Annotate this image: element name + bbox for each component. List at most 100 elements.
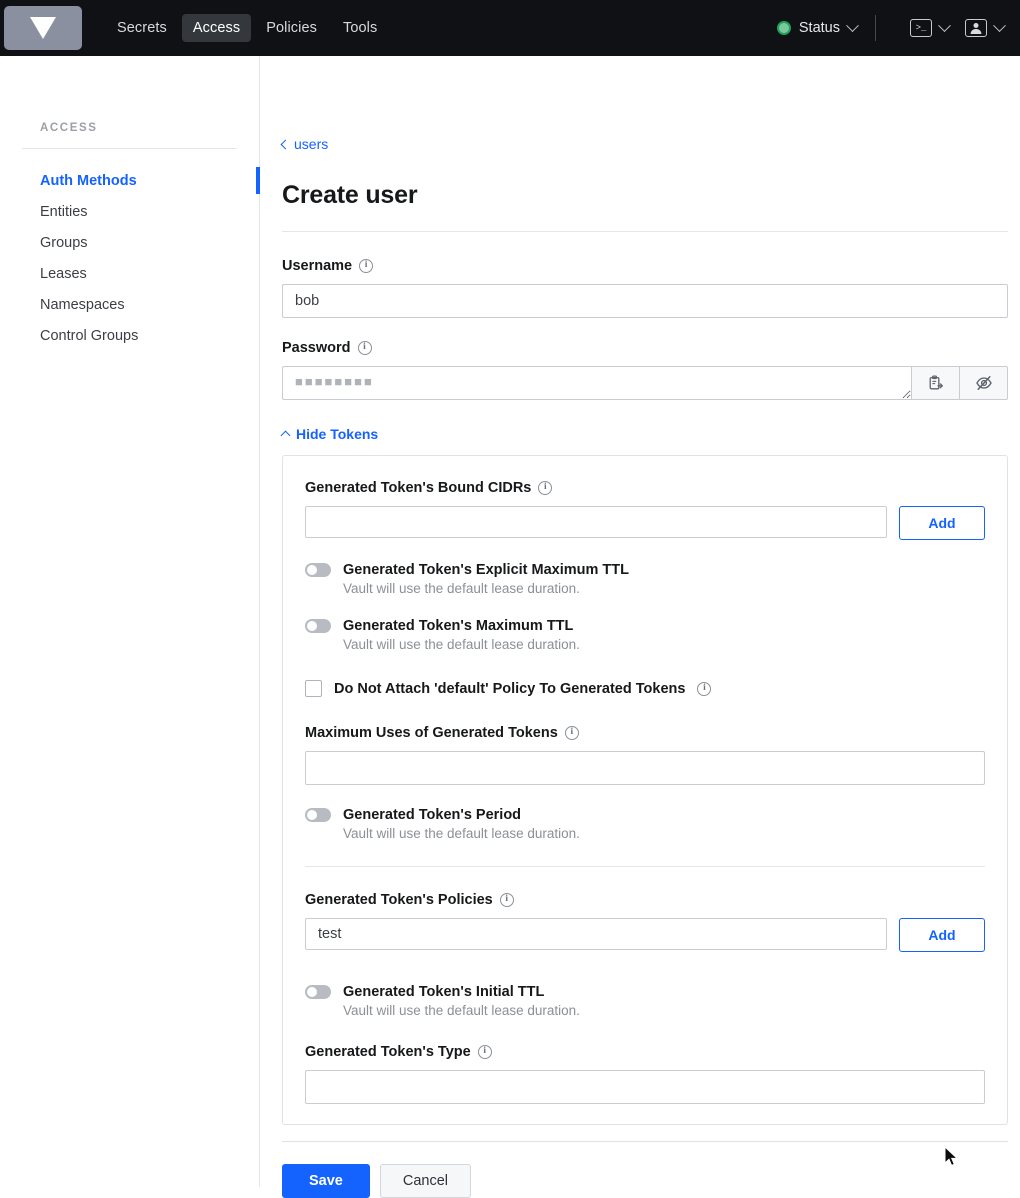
nav-link-access[interactable]: Access — [181, 14, 252, 42]
explicit-max-ttl-toggle[interactable] — [305, 563, 331, 577]
password-input-row — [282, 366, 1008, 400]
user-menu[interactable] — [965, 18, 1006, 37]
bound-cidrs-add-button[interactable]: Add — [899, 506, 985, 540]
token-type-input[interactable] — [305, 1070, 985, 1104]
title-divider — [282, 231, 1008, 232]
no-default-policy-checkbox[interactable] — [305, 680, 322, 697]
no-default-policy-label: Do Not Attach 'default' Policy To Genera… — [334, 680, 686, 697]
sidebar-item-auth-methods[interactable]: Auth Methods — [0, 165, 260, 196]
sidebar-heading: ACCESS — [40, 122, 98, 134]
nav-link-secrets[interactable]: Secrets — [106, 14, 178, 42]
no-default-policy-group: Do Not Attach 'default' Policy To Genera… — [301, 680, 989, 697]
hide-tokens-label: Hide Tokens — [296, 426, 379, 442]
breadcrumb-users-link[interactable]: users — [280, 56, 329, 152]
info-icon[interactable] — [499, 893, 514, 907]
form-actions: Save Cancel — [282, 1164, 1008, 1198]
hide-tokens-toggle[interactable]: Hide Tokens — [280, 426, 379, 442]
footer-divider — [282, 1141, 1008, 1142]
initial-ttl-group: Generated Token's Initial TTL Vault will… — [301, 984, 989, 1018]
max-uses-input[interactable] — [305, 751, 985, 785]
sidebar-item-groups[interactable]: Groups — [0, 227, 259, 258]
initial-ttl-toggle[interactable] — [305, 985, 331, 999]
initial-ttl-help: Vault will use the default lease duratio… — [343, 1003, 580, 1018]
max-uses-label: Maximum Uses of Generated Tokens — [305, 725, 558, 741]
sidebar-item-control-groups[interactable]: Control Groups — [0, 320, 259, 351]
username-label-row: Username — [282, 258, 1008, 274]
user-avatar-icon — [965, 19, 987, 37]
bound-cidrs-label-row: Generated Token's Bound CIDRs — [305, 480, 985, 496]
breadcrumb-label: users — [294, 136, 329, 152]
card-divider — [305, 866, 985, 867]
period-toggle[interactable] — [305, 808, 331, 822]
max-ttl-help: Vault will use the default lease duratio… — [343, 637, 580, 652]
token-type-label-row: Generated Token's Type — [305, 1044, 985, 1060]
max-uses-label-row: Maximum Uses of Generated Tokens — [305, 725, 985, 741]
nav-link-tools[interactable]: Tools — [332, 14, 388, 42]
bound-cidrs-group: Generated Token's Bound CIDRs Add — [301, 480, 989, 540]
status-menu[interactable]: Status — [776, 18, 859, 36]
cancel-button[interactable]: Cancel — [379, 1164, 472, 1198]
username-field-group: Username — [282, 258, 1008, 318]
copy-password-button[interactable] — [912, 366, 960, 400]
password-label: Password — [282, 340, 351, 356]
username-label: Username — [282, 258, 353, 274]
info-icon[interactable] — [357, 341, 372, 355]
explicit-max-ttl-group: Generated Token's Explicit Maximum TTL V… — [301, 562, 989, 596]
chevron-down-icon — [993, 18, 1006, 32]
chevron-down-icon — [938, 18, 951, 32]
chevron-up-icon — [280, 430, 291, 441]
console-menu[interactable]: >_ — [910, 18, 951, 37]
sidebar-nav-list: Auth Methods Entities Groups Leases Name… — [0, 149, 260, 351]
max-ttl-toggle[interactable] — [305, 619, 331, 633]
policies-label: Generated Token's Policies — [305, 892, 493, 908]
max-ttl-label: Generated Token's Maximum TTL — [343, 618, 574, 634]
bound-cidrs-input-row: Add — [305, 506, 985, 540]
username-input[interactable] — [282, 284, 1008, 318]
initial-ttl-label: Generated Token's Initial TTL — [343, 984, 545, 1000]
policies-add-button[interactable]: Add — [899, 918, 985, 952]
password-field-group: Password — [282, 340, 1008, 400]
vault-triangle-icon — [30, 17, 56, 39]
console-icon: >_ — [910, 19, 932, 37]
navbar-right-cluster: Status >_ — [776, 15, 1020, 41]
sidebar-item-entities[interactable]: Entities — [0, 196, 259, 227]
policies-group: Generated Token's Policies Add — [301, 892, 989, 952]
period-label: Generated Token's Period — [343, 807, 522, 823]
access-sidebar: ACCESS Auth Methods Entities Groups Leas… — [0, 56, 260, 1187]
page-title: Create user — [282, 181, 418, 209]
info-icon[interactable] — [538, 481, 553, 495]
save-button[interactable]: Save — [282, 1164, 370, 1198]
info-icon[interactable] — [564, 726, 579, 740]
max-ttl-group: Generated Token's Maximum TTL Vault will… — [301, 618, 989, 652]
bound-cidrs-input[interactable] — [305, 506, 887, 538]
max-uses-group: Maximum Uses of Generated Tokens — [301, 725, 989, 785]
status-label: Status — [798, 20, 840, 36]
toggle-password-visibility-button[interactable] — [960, 366, 1008, 400]
policies-input-row: Add — [305, 918, 985, 952]
explicit-max-ttl-label: Generated Token's Explicit Maximum TTL — [343, 562, 629, 578]
info-icon[interactable] — [477, 1045, 492, 1059]
vault-logo[interactable] — [4, 6, 82, 50]
info-icon[interactable] — [359, 259, 374, 273]
primary-nav: Secrets Access Policies Tools — [106, 14, 388, 42]
period-help: Vault will use the default lease duratio… — [343, 826, 580, 841]
sidebar-item-leases[interactable]: Leases — [0, 258, 259, 289]
top-navbar: Secrets Access Policies Tools Status >_ — [0, 0, 1020, 56]
policies-input[interactable] — [305, 918, 887, 950]
nav-link-policies[interactable]: Policies — [255, 14, 328, 42]
password-input[interactable] — [282, 366, 912, 400]
sidebar-item-namespaces[interactable]: Namespaces — [0, 289, 259, 320]
token-options-card: Generated Token's Bound CIDRs Add Genera… — [282, 455, 1008, 1125]
explicit-max-ttl-help: Vault will use the default lease duratio… — [343, 581, 580, 596]
token-type-group: Generated Token's Type — [301, 1044, 989, 1104]
period-group: Generated Token's Period Vault will use … — [301, 807, 989, 841]
clipboard-copy-icon — [929, 375, 943, 389]
bound-cidrs-label: Generated Token's Bound CIDRs — [305, 480, 532, 496]
chevron-left-icon — [280, 139, 291, 149]
policies-label-row: Generated Token's Policies — [305, 892, 985, 908]
navbar-divider — [875, 15, 876, 41]
info-icon[interactable] — [697, 681, 712, 696]
eye-off-icon — [975, 376, 992, 390]
chevron-down-icon — [846, 18, 859, 32]
token-type-label: Generated Token's Type — [305, 1044, 471, 1060]
